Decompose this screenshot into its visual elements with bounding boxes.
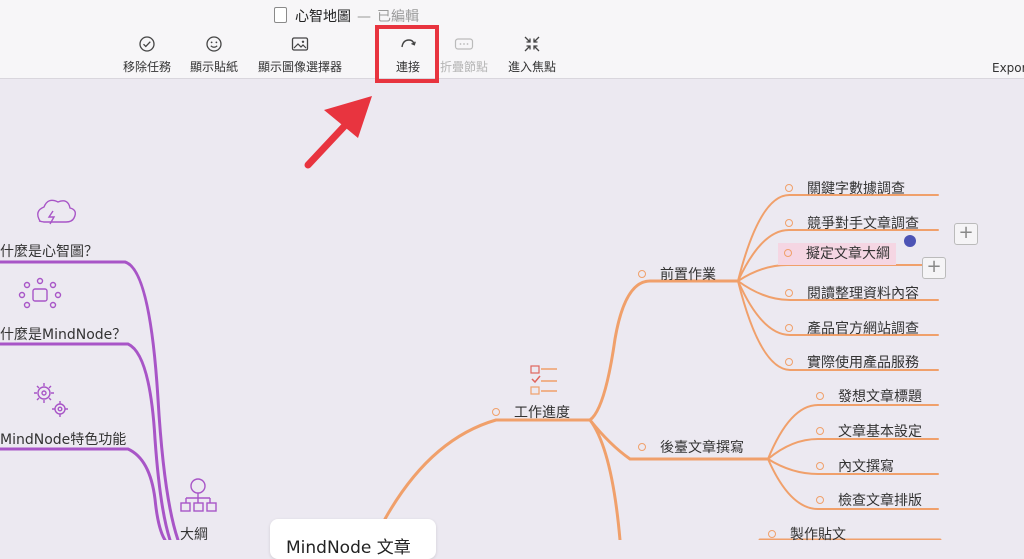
selected-node-highlight: 擬定文章大綱	[778, 243, 896, 265]
smiley-icon	[206, 36, 222, 52]
node-work-progress[interactable]: 工作進度	[492, 402, 570, 422]
connect-highlight-box	[375, 25, 439, 83]
enter-focus-button[interactable]: 進入焦點	[504, 34, 560, 75]
node-dot	[768, 530, 776, 538]
node-backend-3[interactable]: 內文撰寫	[816, 456, 894, 476]
root-node[interactable]: MindNode 文章	[270, 519, 436, 559]
node-make-post[interactable]: 製作貼文	[768, 524, 846, 544]
node-outline[interactable]: 大綱	[180, 524, 208, 544]
remove-task-button[interactable]: 移除任務	[120, 34, 174, 75]
node-label: 擬定文章大綱	[806, 246, 890, 262]
show-image-picker-label: 顯示圖像選擇器	[257, 60, 342, 74]
node-label: 實際使用產品服務	[807, 355, 919, 371]
node-prep-3[interactable]: 擬定文章大綱	[778, 243, 896, 265]
node-dot	[492, 408, 500, 416]
node-label: 產品官方網站調查	[807, 321, 919, 337]
network-icon	[18, 277, 62, 309]
branch-work-prep	[588, 279, 740, 422]
enter-focus-label: 進入焦點	[507, 60, 556, 74]
mindmap-canvas[interactable]: 什麼是心智圖？ 什麼是MindNode？ MindNode特色功能 大綱 Min…	[0, 79, 1024, 559]
add-sibling-button[interactable]: +	[922, 257, 946, 279]
checklist-icon	[530, 365, 557, 395]
image-icon	[291, 37, 309, 51]
branch-root-work	[383, 418, 592, 521]
node-label: 發想文章標題	[838, 389, 922, 405]
branch-purple-3	[0, 447, 167, 540]
export-button[interactable]: Expor	[992, 61, 1024, 75]
node-prep-6[interactable]: 實際使用產品服務	[785, 352, 919, 372]
node-prep[interactable]: 前置作業	[638, 264, 716, 284]
node-label: 製作貼文	[790, 527, 846, 543]
node-label: 內文撰寫	[838, 459, 894, 475]
node-what-is-mindmap[interactable]: 什麼是心智圖？	[0, 241, 98, 261]
fold-node-label: 折疊節點	[439, 60, 488, 74]
node-prep-4[interactable]: 閱讀整理資料內容	[785, 283, 919, 303]
node-label: 工作進度	[514, 405, 570, 421]
node-label: 競爭對手文章調查	[807, 216, 919, 232]
outline-icon	[180, 478, 217, 512]
focus-icon	[524, 36, 540, 52]
node-dot	[638, 443, 646, 451]
node-dot	[816, 496, 824, 504]
toolbar: 心智地圖 — 已編輯 移除任務 顯示貼紙 顯示圖像選擇器 連接 折疊節點 進入焦點 …	[0, 0, 1024, 79]
node-backend-1[interactable]: 發想文章標題	[816, 386, 922, 406]
node-dot	[785, 184, 793, 192]
document-icon	[274, 7, 287, 23]
connection-handle[interactable]	[904, 235, 916, 247]
node-dot	[785, 324, 793, 332]
node-prep-2[interactable]: 競爭對手文章調查	[785, 213, 919, 233]
add-child-button[interactable]: +	[954, 223, 978, 245]
fold-node-button[interactable]: 折疊節點	[436, 34, 492, 75]
edit-status: 已編輯	[377, 9, 419, 25]
node-dot	[784, 249, 792, 257]
show-image-picker-button[interactable]: 顯示圖像選擇器	[254, 34, 346, 75]
node-prep-1[interactable]: 關鍵字數據調查	[785, 178, 905, 198]
node-mindnode-features[interactable]: MindNode特色功能	[0, 429, 126, 449]
show-stickers-label: 顯示貼紙	[189, 60, 238, 74]
node-label: 檢查文章排版	[838, 493, 922, 509]
node-label: 前置作業	[660, 267, 716, 283]
node-label: 文章基本設定	[838, 424, 922, 440]
node-backend[interactable]: 後臺文章撰寫	[638, 437, 744, 457]
node-label: 閱讀整理資料內容	[807, 286, 919, 302]
node-dot	[816, 427, 824, 435]
node-dot	[785, 289, 793, 297]
node-dot	[638, 270, 646, 278]
checkmark-circle-icon	[139, 36, 155, 52]
lightning-cloud-icon	[37, 199, 77, 225]
node-dot	[785, 219, 793, 227]
node-dot	[816, 462, 824, 470]
node-label: 關鍵字數據調查	[807, 181, 905, 197]
fold-node-icon	[454, 38, 474, 50]
show-stickers-button[interactable]: 顯示貼紙	[187, 34, 241, 75]
node-label: 後臺文章撰寫	[660, 440, 744, 456]
node-backend-4[interactable]: 檢查文章排版	[816, 490, 922, 510]
window-title: 心智地圖	[295, 9, 351, 25]
remove-task-label: 移除任務	[122, 60, 171, 74]
node-what-is-mindnode[interactable]: 什麼是MindNode？	[0, 324, 126, 344]
node-backend-2[interactable]: 文章基本設定	[816, 421, 922, 441]
node-prep-5[interactable]: 產品官方網站調查	[785, 318, 919, 338]
title-separator: —	[357, 9, 371, 25]
node-dot	[785, 358, 793, 366]
node-dot	[816, 392, 824, 400]
gears-icon	[34, 383, 68, 417]
window-title-bar: 心智地圖 — 已編輯	[274, 6, 419, 26]
branch-prep-3	[737, 263, 939, 282]
